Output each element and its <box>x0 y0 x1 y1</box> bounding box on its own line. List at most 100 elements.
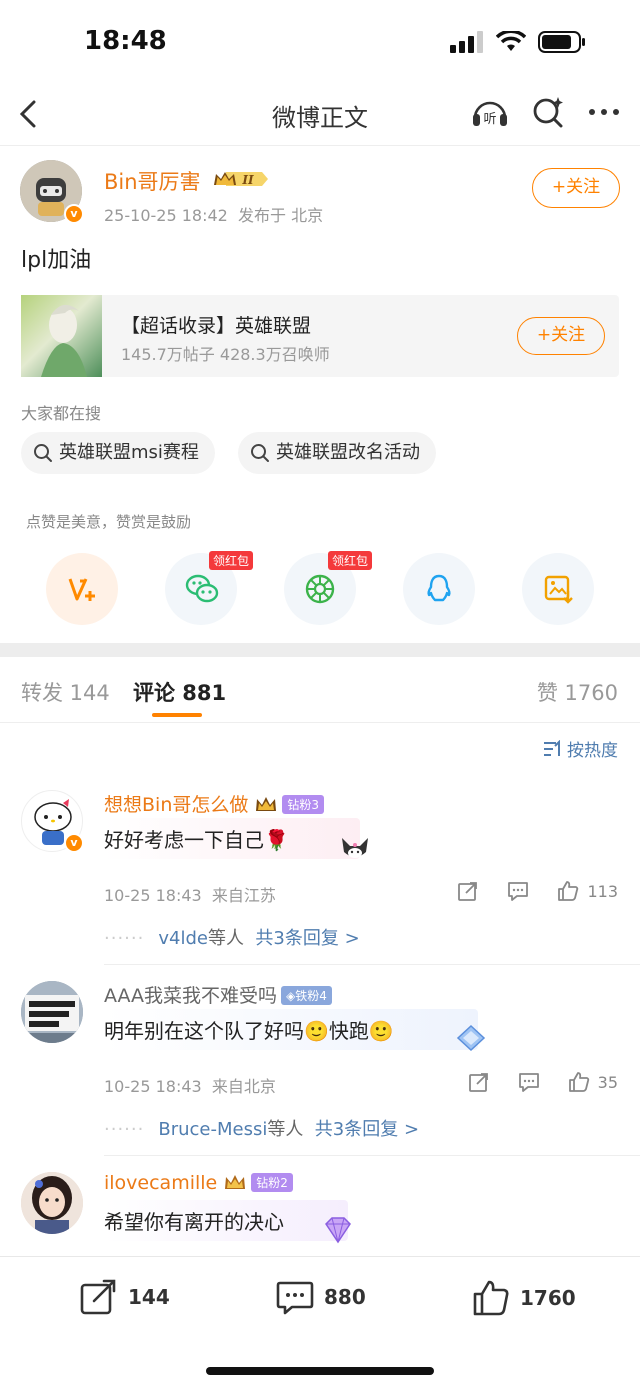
post-date: 25-10-25 18:42 <box>104 206 228 225</box>
fan-badge: 钻粉2 <box>251 1173 293 1192</box>
sort-button[interactable]: 按热度 <box>543 736 618 761</box>
comment-text: 希望你有离开的决心 <box>104 1200 348 1241</box>
comment-replies[interactable]: ······ Bruce-Messi等人 共3条回复 > <box>104 1115 419 1141</box>
qq-icon <box>427 574 451 602</box>
reply-user[interactable]: v4lde <box>158 928 208 949</box>
like-hint: 点赞是美意，赞赏是鼓励 <box>26 513 192 531</box>
avatar[interactable]: v <box>20 160 84 224</box>
comment-meta: 10-25 18:43 来自北京 <box>104 1073 276 1097</box>
comment-actions: 35 <box>468 1071 618 1093</box>
verified-badge: v <box>64 204 84 224</box>
post-text: lpl加油 <box>21 248 92 273</box>
topic-image <box>21 295 102 377</box>
top-nav: 微博正文 听 <box>0 88 640 146</box>
redpack-badge: 领红包 <box>209 551 254 570</box>
search-icon <box>251 444 269 462</box>
comment-author[interactable]: ilovecamille 钻粉2 <box>104 1172 293 1194</box>
diamond-icon: ◈ <box>286 989 296 1003</box>
comment-location: 来自江苏 <box>211 886 276 905</box>
thumb-up-icon <box>568 1072 589 1092</box>
forward-icon[interactable] <box>468 1071 490 1093</box>
comment-text: 好好考虑一下自己🌹 <box>104 818 360 859</box>
tab-repost[interactable]: 转发 144 <box>21 677 110 707</box>
comment-author[interactable]: 想想Bin哥怎么做 钻粉3 <box>104 790 325 817</box>
status-time: 18:48 <box>84 26 167 56</box>
reward-button[interactable] <box>46 553 118 625</box>
avatar[interactable]: v <box>21 790 84 853</box>
more-icon[interactable] <box>586 94 622 130</box>
reply-count[interactable]: 共3条回复 > <box>255 928 359 949</box>
search-chip[interactable]: 英雄联盟msi赛程 <box>21 432 215 474</box>
redpack-badge: 领红包 <box>328 551 373 570</box>
search-chip-label: 英雄联盟msi赛程 <box>59 442 199 463</box>
gem-sticker-icon <box>325 1217 351 1244</box>
comment-location: 来自北京 <box>211 1077 276 1096</box>
comment-meta: 10-25 18:43 来自江苏 <box>104 882 276 906</box>
signal-icon <box>450 31 483 53</box>
topic-follow-button[interactable]: +关注 <box>517 317 605 355</box>
avatar[interactable] <box>21 1172 83 1234</box>
reply-count[interactable]: 共3条回复 > <box>315 1119 419 1140</box>
forward-icon[interactable] <box>457 880 479 902</box>
author-name[interactable]: Bin哥厉害 <box>104 166 201 196</box>
reply-dots: ······ <box>104 1119 145 1140</box>
comment-like-count: 113 <box>587 881 618 901</box>
fan-badge: 钻粉3 <box>282 795 325 814</box>
svg-text:II: II <box>241 173 254 187</box>
comment-author[interactable]: AAA我菜我不难受吗 ◈铁粉4 <box>104 981 332 1008</box>
fan-badge: ◈铁粉4 <box>281 986 332 1005</box>
topic-card[interactable]: 【超话收录】英雄联盟 145.7万帖子 428.3万召唤师 +关注 <box>21 295 619 377</box>
crown-badge-icon: II <box>214 172 268 187</box>
reply-dots: ······ <box>104 928 145 949</box>
nav-actions: 听 <box>470 94 622 130</box>
comment-like[interactable]: 35 <box>568 1071 618 1093</box>
reply-user[interactable]: Bruce-Messi <box>158 1119 267 1140</box>
follow-button[interactable]: +关注 <box>532 168 620 208</box>
fan-badge-label: 铁粉4 <box>295 989 327 1003</box>
crown-icon <box>225 1175 246 1189</box>
comment-text: 明年别在这个队了好吗🙂快跑🙂 <box>104 1009 478 1050</box>
comment-author-name: AAA我菜我不难受吗 <box>104 985 278 1007</box>
post-header: v Bin哥厉害 II 25-10-25 18:42 发布于 北京 +关注 <box>20 160 620 230</box>
comment-author-name: 想想Bin哥怎么做 <box>104 794 249 816</box>
bottom-like-count: 1760 <box>520 1286 576 1310</box>
bottom-repost-count: 144 <box>128 1285 170 1309</box>
thumb-up-icon <box>558 881 579 901</box>
verified-badge: v <box>64 833 84 853</box>
share-qq-button[interactable] <box>403 553 475 625</box>
bottom-like-button[interactable]: 1760 <box>472 1279 576 1317</box>
home-indicator <box>206 1367 434 1375</box>
tab-underline <box>152 713 202 717</box>
share-wechat-button[interactable]: 领红包 <box>165 551 254 625</box>
bottom-repost-button[interactable]: 144 <box>80 1279 170 1315</box>
comment-date: 10-25 18:43 <box>104 886 202 905</box>
crown-icon <box>256 797 277 811</box>
search-ai-icon[interactable] <box>530 94 566 130</box>
reply-icon[interactable] <box>507 880 529 902</box>
bottom-bar: 144 880 1760 <box>0 1256 640 1387</box>
sort-icon <box>544 739 560 756</box>
status-bar: 18:48 <box>0 0 640 88</box>
svg-text:听: 听 <box>483 112 496 127</box>
wifi-icon <box>496 31 526 51</box>
post-meta: 25-10-25 18:42 发布于 北京 <box>104 202 323 226</box>
comment-icon <box>276 1281 314 1315</box>
reply-icon[interactable] <box>518 1071 540 1093</box>
wechat-icon <box>185 574 219 603</box>
moments-icon <box>305 574 335 604</box>
avatar[interactable] <box>21 981 83 1043</box>
sort-label: 按热度 <box>567 741 618 761</box>
bottom-comment-button[interactable]: 880 <box>276 1279 366 1315</box>
listen-icon[interactable]: 听 <box>470 94 510 130</box>
tab-comment[interactable]: 评论 881 <box>133 677 226 707</box>
reply-others: 等人 <box>267 1119 304 1140</box>
search-chip-label: 英雄联盟改名活动 <box>276 442 420 463</box>
comment-replies[interactable]: ······ v4lde等人 共3条回复 > <box>104 924 360 950</box>
search-chip[interactable]: 英雄联盟改名活动 <box>238 432 436 474</box>
topic-stats: 145.7万帖子 428.3万召唤师 <box>121 345 330 364</box>
save-image-button[interactable] <box>522 553 594 625</box>
comment-like[interactable]: 113 <box>557 880 618 902</box>
tab-like[interactable]: 赞 1760 <box>537 677 618 707</box>
comment-actions: 113 <box>457 880 618 902</box>
share-moments-button[interactable]: 领红包 <box>284 551 373 625</box>
